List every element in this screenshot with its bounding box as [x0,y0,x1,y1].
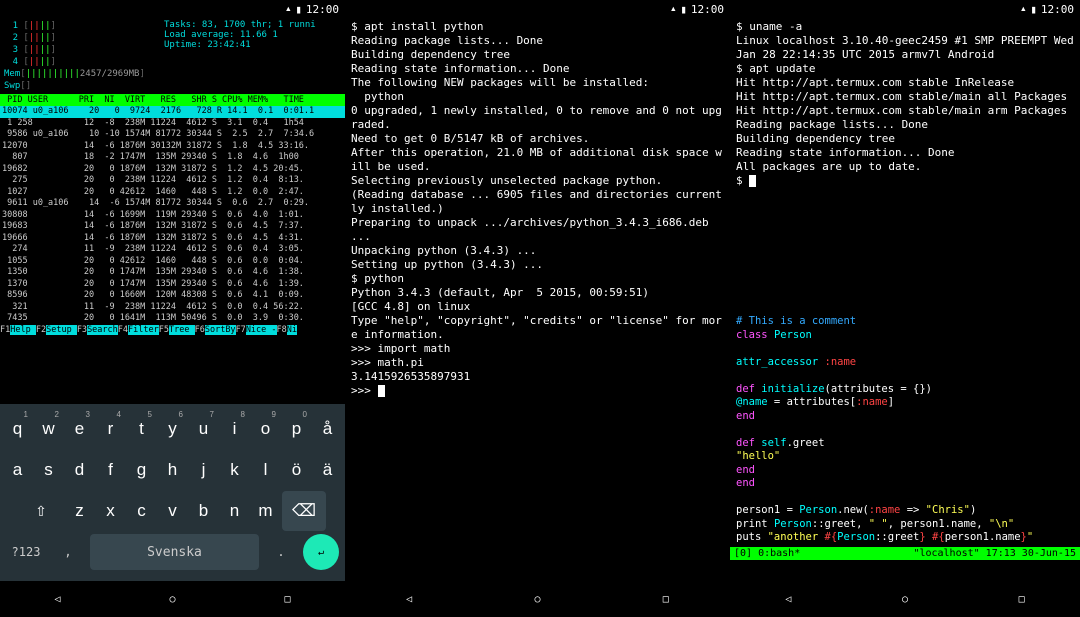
panel-htop: 12:00 1 [||||]2 [||||]3 [||||]4 [||||]Me… [0,0,345,617]
process-row[interactable]: 274 11 -9 238M 11224 4612 S 0.6 0.4 3:05… [0,244,345,256]
key-e[interactable]: 3e [65,409,94,449]
symbols-key[interactable]: ?123 [6,534,46,570]
process-row[interactable]: 8596 20 0 1660M 120M 48308 S 0.6 4.1 0:0… [0,290,345,302]
battery-icon [680,3,687,16]
key-m[interactable]: m [251,491,280,531]
key-k[interactable]: k [220,450,249,490]
key-b[interactable]: b [189,491,218,531]
key-f[interactable]: f [96,450,125,490]
terminal-output[interactable]: $ apt install python Reading package lis… [345,18,730,400]
key-ä[interactable]: ä [313,450,342,490]
tmux-status-bar: [0] 0:bash* "localhost" 17:13 30-Jun-15 [730,547,1080,560]
key-o[interactable]: 9o [251,409,280,449]
htop-tasks: Tasks: 83, 1700 thr; 1 runni [164,20,316,30]
process-row[interactable]: 321 11 -9 238M 11224 4612 S 0.0 0.4 56:2… [0,302,345,314]
ruby-code-display: # This is a commentclass Person attr_acc… [730,313,1080,547]
key-p[interactable]: 0p [282,409,311,449]
htop-header: PID USER PRI NI VIRT RES SHR S CPU% MEM%… [0,94,345,106]
key-v[interactable]: v [158,491,187,531]
key-d[interactable]: d [65,450,94,490]
key-j[interactable]: j [189,450,218,490]
process-row[interactable]: 9586 u0_a106 10 -10 1574M 81772 30344 S … [0,129,345,141]
key-h[interactable]: h [158,450,187,490]
process-row[interactable]: 7435 20 0 1641M 113M 50496 S 0.0 3.9 0:3… [0,313,345,325]
htop-process-list[interactable]: 10074 u0_a106 20 0 9724 2176 728 R 14.1 … [0,106,345,325]
period-key[interactable]: . [261,534,301,570]
wifi-icon [670,3,677,16]
status-bar: 12:00 [0,0,345,18]
empty-space [730,183,1080,313]
wifi-icon [1020,3,1027,16]
shift-key[interactable]: ⇧ [19,491,63,531]
status-bar: 12:00 [345,0,730,18]
android-navbar: ◁ ○ □ [0,581,345,617]
htop-fkey-bar[interactable]: F1Help F2Setup F3SearchF4FilterF5Tree F6… [0,325,345,335]
process-row[interactable]: 1027 20 0 42612 1460 448 S 1.2 0.0 2:47. [0,187,345,199]
cursor [378,385,385,397]
htop-uptime: Uptime: 23:42:41 [164,40,316,50]
process-row[interactable]: 19682 20 0 1876M 132M 31872 S 1.2 4.5 20… [0,164,345,176]
home-button[interactable]: ○ [526,588,548,610]
tmux-left: [0] 0:bash* [734,548,800,559]
cursor [749,175,756,187]
home-button[interactable]: ○ [894,588,916,610]
key-t[interactable]: 5t [127,409,156,449]
process-row[interactable]: 9611 u0_a106 14 -6 1574M 81772 30344 S 0… [0,198,345,210]
process-row[interactable]: 275 20 0 238M 11224 4612 S 1.2 0.4 8:13. [0,175,345,187]
key-å[interactable]: å [313,409,342,449]
comma-key[interactable]: , [48,534,88,570]
key-g[interactable]: g [127,450,156,490]
process-row[interactable]: 1350 20 0 1747M 135M 29340 S 0.6 4.6 1:3… [0,267,345,279]
status-bar: 12:00 [730,0,1080,18]
battery-icon [295,3,302,16]
key-y[interactable]: 6y [158,409,187,449]
backspace-key[interactable]: ⌫ [282,491,326,531]
status-time: 12:00 [691,3,724,16]
status-time: 12:00 [306,3,339,16]
recents-button[interactable]: □ [1011,588,1033,610]
key-l[interactable]: l [251,450,280,490]
key-u[interactable]: 7u [189,409,218,449]
process-row[interactable]: 1 258 12 -8 238M 11224 4612 S 3.1 0.4 1h… [0,118,345,130]
process-row[interactable]: 19683 14 -6 1876M 132M 31872 S 0.6 4.5 7… [0,221,345,233]
process-row[interactable]: 19666 14 -6 1876M 132M 31872 S 0.6 4.5 4… [0,233,345,245]
status-time: 12:00 [1041,3,1074,16]
key-s[interactable]: s [34,450,63,490]
wifi-icon [285,3,292,16]
key-n[interactable]: n [220,491,249,531]
key-r[interactable]: 4r [96,409,125,449]
process-row[interactable]: 12070 14 -6 1876M 30132M 31872 S 1.8 4.5… [0,141,345,153]
process-row[interactable]: 1370 20 0 1747M 135M 29340 S 0.6 4.6 1:3… [0,279,345,291]
home-button[interactable]: ○ [162,588,184,610]
tmux-right: "localhost" 17:13 30-Jun-15 [913,548,1076,559]
soft-keyboard[interactable]: 1q2w3e4r5t6y7u8i9o0på asdfghjklöä ⇧ zxcv… [0,404,345,581]
htop-summary: 1 [||||]2 [||||]3 [||||]4 [||||]Mem[||||… [0,18,345,94]
back-button[interactable]: ◁ [47,588,69,610]
key-ö[interactable]: ö [282,450,311,490]
android-navbar: ◁ ○ □ [730,581,1080,617]
android-navbar: ◁ ○ □ [345,581,730,617]
panel-apt-ruby: 12:00 $ uname -a Linux localhost 3.10.40… [730,0,1080,617]
key-c[interactable]: c [127,491,156,531]
key-z[interactable]: z [65,491,94,531]
back-button[interactable]: ◁ [398,588,420,610]
process-row[interactable]: 10074 u0_a106 20 0 9724 2176 728 R 14.1 … [0,106,345,118]
key-x[interactable]: x [96,491,125,531]
key-q[interactable]: 1q [3,409,32,449]
key-i[interactable]: 8i [220,409,249,449]
terminal-apt-output[interactable]: $ uname -a Linux localhost 3.10.40-geec2… [730,18,1080,183]
process-row[interactable]: 30808 14 -6 1699M 119M 29340 S 0.6 4.0 1… [0,210,345,222]
process-row[interactable]: 1055 20 0 42612 1460 448 S 0.6 0.0 0:04. [0,256,345,268]
process-row[interactable]: 807 18 -2 1747M 135M 29340 S 1.8 4.6 1h0… [0,152,345,164]
battery-icon [1030,3,1037,16]
back-button[interactable]: ◁ [777,588,799,610]
panel-python-terminal: 12:00 $ apt install python Reading packa… [345,0,730,617]
enter-key[interactable]: ↵ [303,534,339,570]
key-w[interactable]: 2w [34,409,63,449]
recents-button[interactable]: □ [277,588,299,610]
recents-button[interactable]: □ [655,588,677,610]
htop-load: Load average: 11.66 1 [164,30,316,40]
space-key[interactable]: Svenska [90,534,259,570]
key-a[interactable]: a [3,450,32,490]
